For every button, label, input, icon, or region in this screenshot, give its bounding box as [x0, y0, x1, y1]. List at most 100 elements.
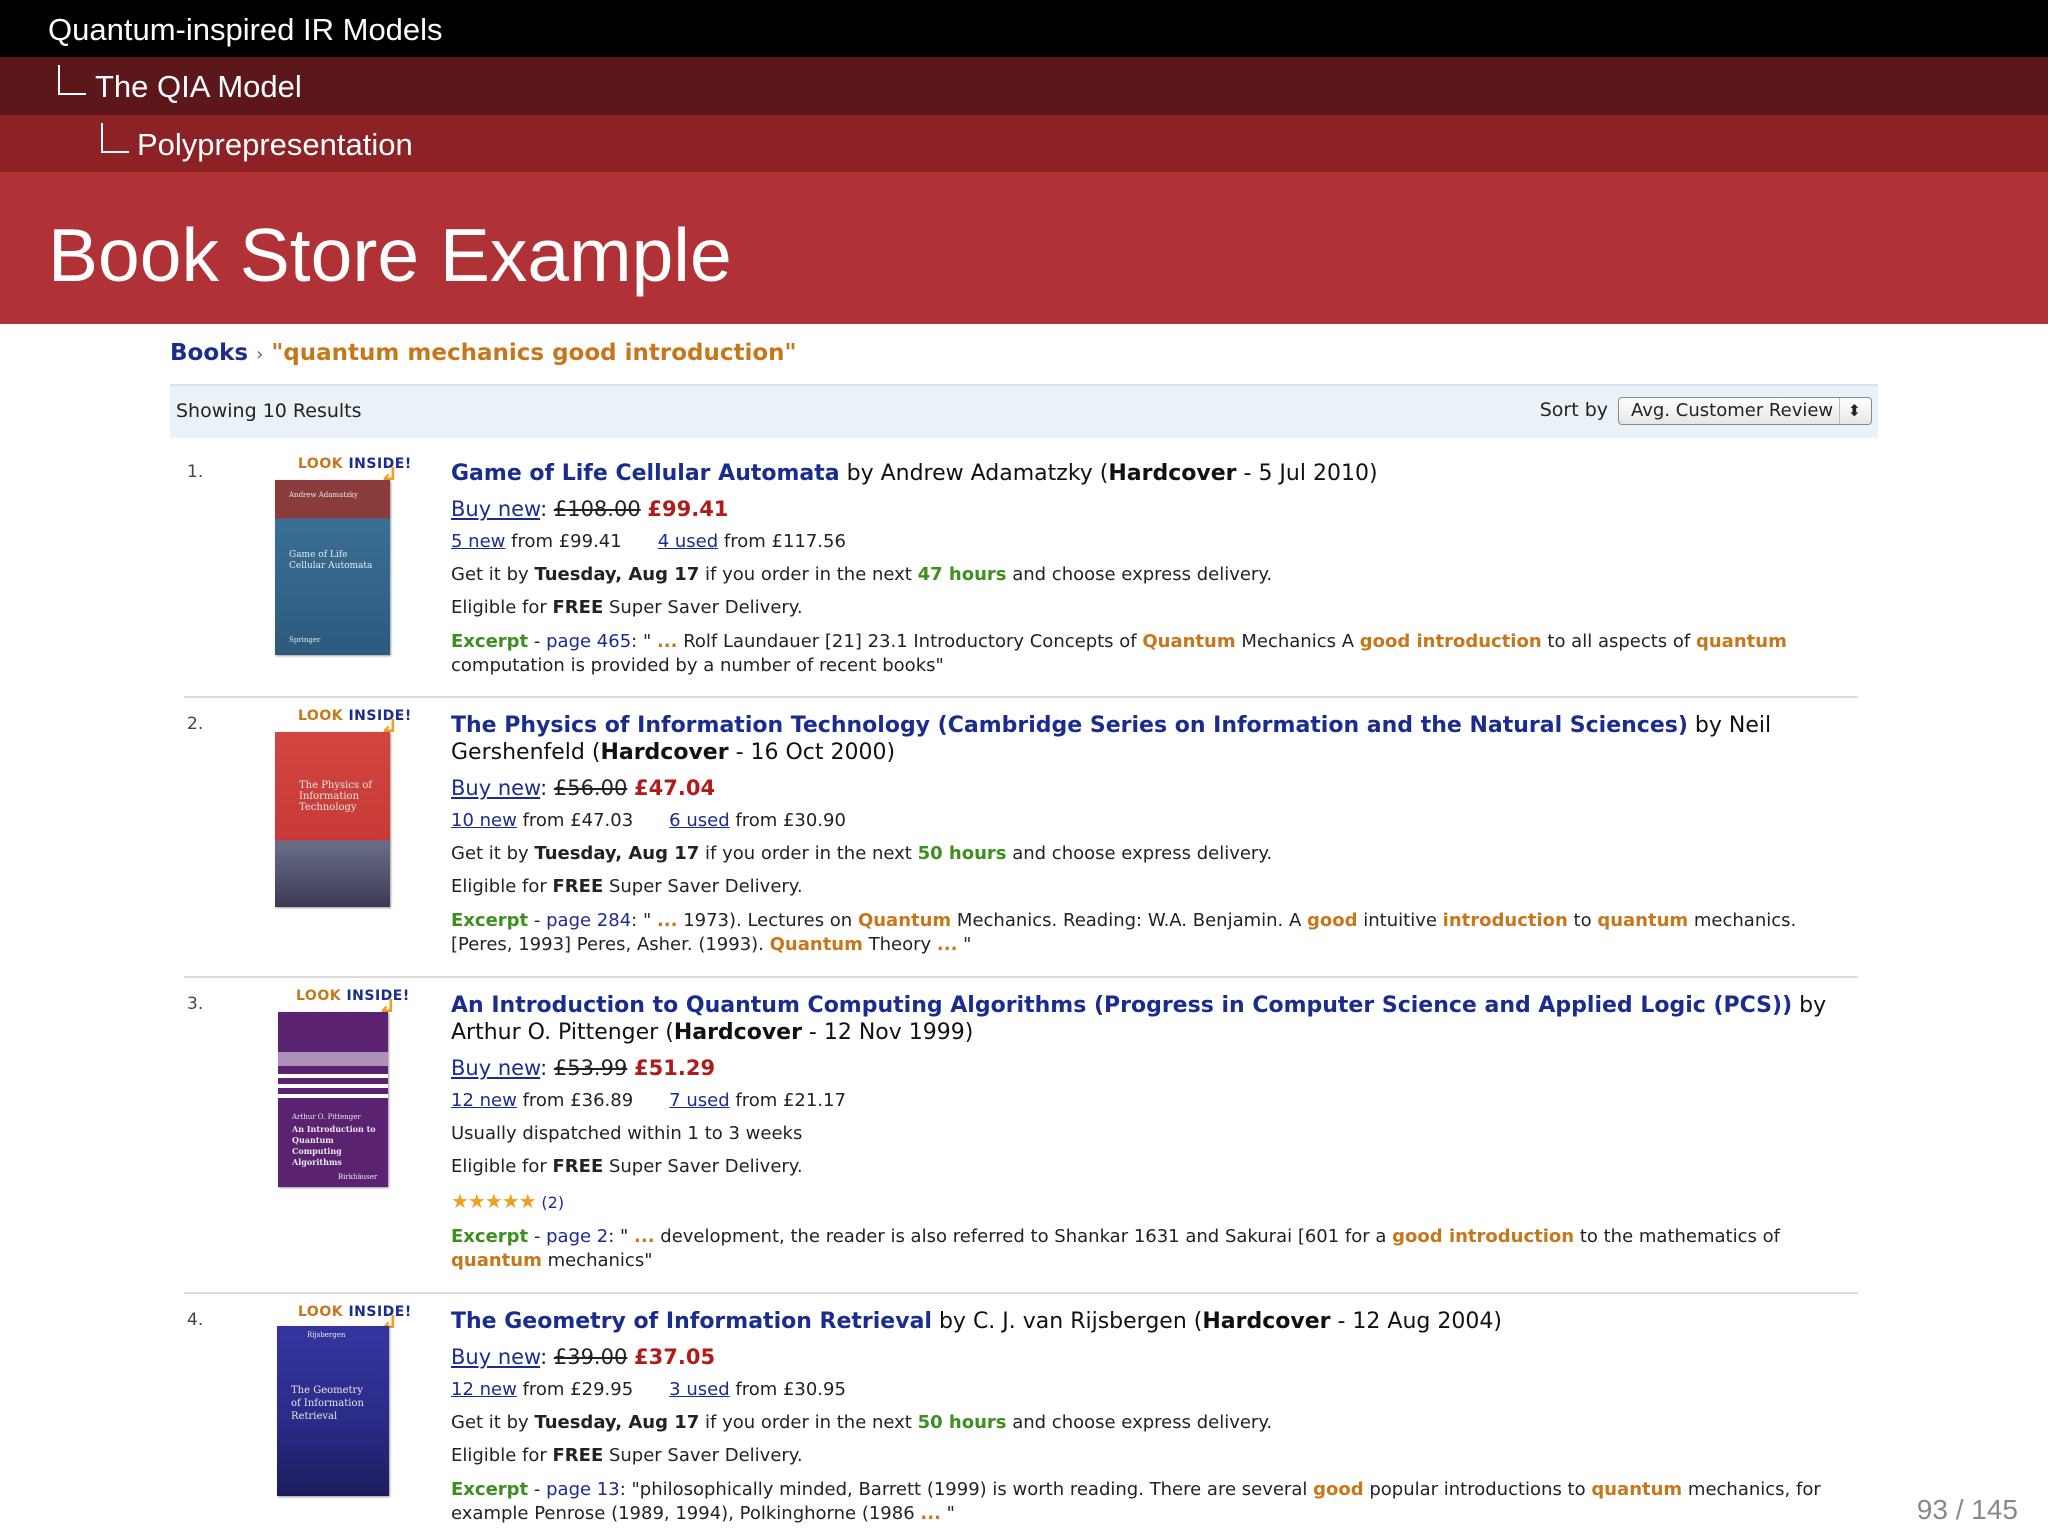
- excerpt-page-link[interactable]: page 13: [546, 1479, 620, 1500]
- result-divider: [184, 976, 1858, 978]
- breadcrumb-query: "quantum mechanics good introduction": [271, 340, 797, 366]
- offers-line: 5 new from £99.41 4 used from £117.56: [451, 531, 846, 552]
- eligibility-line: Eligible for FREE Super Saver Delivery.: [451, 876, 803, 897]
- frame-title: Book Store Example: [48, 213, 732, 297]
- page-number: 93 / 145: [1916, 1494, 2018, 1525]
- offers-line: 12 new from £29.95 3 used from £30.95: [451, 1379, 846, 1400]
- excerpt-text: mechanics": [541, 1250, 653, 1271]
- price-line: Buy new: £56.00 £47.04: [451, 776, 716, 800]
- book-cover-image[interactable]: Andrew Adamatzky Game of Life Cellular A…: [275, 480, 390, 655]
- rating-line: ★★★★★ (2): [451, 1189, 564, 1213]
- excerpt-page-link[interactable]: page 284: [546, 910, 631, 931]
- tree-connector-icon: [58, 65, 86, 95]
- excerpt-highlight: quantum: [1695, 631, 1787, 652]
- buy-new-link[interactable]: Buy new: [451, 497, 540, 521]
- book-title-link[interactable]: Game of Life Cellular Automata: [451, 461, 840, 486]
- book-cover-image[interactable]: Arthur O. Pittenger An Introduction to Q…: [278, 1012, 388, 1187]
- excerpt-highlight: good introduction: [1359, 631, 1542, 652]
- excerpt-highlight: good: [1313, 1479, 1364, 1500]
- list-price: £108.00: [553, 497, 641, 521]
- new-offers-link[interactable]: 12 new: [451, 1379, 517, 1400]
- sale-price: £51.29: [634, 1056, 716, 1080]
- new-offers-link[interactable]: 12 new: [451, 1090, 517, 1111]
- excerpt-highlight: ...: [920, 1503, 941, 1524]
- new-offers-link[interactable]: 5 new: [451, 531, 505, 552]
- breadcrumb-separator: ›: [256, 344, 264, 365]
- dispatch-line: Usually dispatched within 1 to 3 weeks: [451, 1123, 803, 1144]
- new-offers-link[interactable]: 10 new: [451, 810, 517, 831]
- eligibility-line: Eligible for FREE Super Saver Delivery.: [451, 1445, 803, 1466]
- buy-new-link[interactable]: Buy new: [451, 776, 540, 800]
- excerpt-highlight: ...: [656, 631, 678, 652]
- result-title-line: The Physics of Information Technology (C…: [451, 713, 1772, 765]
- cover-publisher: Springer: [289, 636, 321, 644]
- breadcrumb: Books › "quantum mechanics good introducti…: [170, 340, 797, 366]
- cover-author: Arthur O. Pittenger: [292, 1113, 361, 1121]
- result-divider: [184, 1292, 1858, 1294]
- excerpt-label: Excerpt: [451, 1226, 529, 1247]
- price-line: Buy new: £108.00 £99.41: [451, 497, 729, 521]
- excerpt-text: to: [1567, 910, 1598, 931]
- excerpt-text: ": [940, 1503, 955, 1524]
- book-cover-image[interactable]: Rijsbergen The Geometry of Information R…: [277, 1326, 389, 1496]
- excerpt-label: Excerpt: [451, 631, 529, 652]
- subsection-title: The QIA Model: [95, 69, 302, 104]
- result-number: 2.: [187, 714, 204, 734]
- excerpt-highlight: ...: [936, 934, 958, 955]
- excerpt-highlight: quantum: [1591, 1479, 1683, 1500]
- excerpt-highlight: Quantum: [1142, 631, 1236, 652]
- result-title-line: An Introduction to Quantum Computing Alg…: [451, 993, 1827, 1045]
- section-title: Quantum-inspired IR Models: [48, 12, 443, 47]
- excerpt-highlight: good: [1307, 910, 1358, 931]
- excerpt-text: : ": [608, 1226, 635, 1247]
- excerpt-highlight: Quantum: [857, 910, 952, 931]
- sale-price: £99.41: [647, 497, 729, 521]
- delivery-line: Get it by Tuesday, Aug 17 if you order i…: [451, 1412, 1273, 1433]
- book-cover-image[interactable]: The Physics of Information Technology: [275, 732, 390, 907]
- star-rating-icon[interactable]: ★★★★★: [451, 1189, 537, 1213]
- excerpt-highlight: quantum: [1597, 910, 1689, 931]
- result-number: 3.: [187, 994, 204, 1014]
- result-title-line: Game of Life Cellular Automata by Andrew…: [451, 461, 1378, 486]
- cover-title: Game of Life Cellular Automata: [289, 550, 373, 571]
- used-offers-link[interactable]: 4 used: [658, 531, 718, 552]
- book-title-link[interactable]: The Physics of Information Technology (C…: [451, 713, 1688, 738]
- excerpt-label: Excerpt: [451, 1479, 529, 1500]
- subsection-header: The QIA Model: [0, 57, 2048, 115]
- book-title-link[interactable]: An Introduction to Quantum Computing Alg…: [451, 993, 1792, 1018]
- review-count-link[interactable]: (2): [541, 1193, 564, 1212]
- excerpt-page-link[interactable]: page 465: [546, 631, 631, 652]
- used-offers-link[interactable]: 3 used: [669, 1379, 729, 1400]
- list-item: 3. LOOK INSIDE! ↲ Arthur O. Pittenger An…: [170, 982, 1858, 1282]
- excerpt-highlight: Quantum: [769, 934, 863, 955]
- excerpt: Excerpt - page 2: " ... development, the…: [451, 1226, 1780, 1271]
- sort-select[interactable]: Avg. Customer Review ⬍: [1618, 397, 1872, 425]
- excerpt: Excerpt - page 465: " ... Rolf Laundauer…: [451, 631, 1787, 676]
- eligibility-line: Eligible for FREE Super Saver Delivery.: [451, 1156, 803, 1177]
- book-title-link[interactable]: The Geometry of Information Retrieval: [451, 1309, 932, 1334]
- select-arrows-icon: ⬍: [1838, 398, 1861, 424]
- used-offers-link[interactable]: 7 used: [669, 1090, 729, 1111]
- sale-price: £47.04: [634, 776, 716, 800]
- buy-new-link[interactable]: Buy new: [451, 1345, 540, 1369]
- delivery-line: Get it by Tuesday, Aug 17 if you order i…: [451, 843, 1273, 864]
- excerpt-text: computation is provided by a number of r…: [451, 655, 944, 676]
- excerpt-text: : ": [631, 631, 657, 652]
- cover-author: Andrew Adamatzky: [289, 491, 358, 499]
- sort-select-value: Avg. Customer Review: [1631, 400, 1834, 421]
- excerpt-highlight: ...: [656, 910, 678, 931]
- price-line: Buy new: £53.99 £51.29: [451, 1056, 716, 1080]
- tree-connector-icon: [101, 123, 129, 153]
- excerpt-page-link[interactable]: page 2: [546, 1226, 608, 1247]
- excerpt-label: Excerpt: [451, 910, 529, 931]
- results-toolbar: Showing 10 Results Sort by Avg. Customer…: [170, 384, 1878, 438]
- excerpt-text: Mechanics. Reading: W.A. Benjamin. A: [951, 910, 1308, 931]
- cover-publisher: Birkhäuser: [338, 1173, 378, 1181]
- used-offers-link[interactable]: 6 used: [669, 810, 729, 831]
- subsubsection-header: Polyprepresentation: [0, 115, 2048, 172]
- sale-price: £37.05: [634, 1345, 716, 1369]
- list-item: 4. LOOK INSIDE! ↲ Rijsbergen The Geometr…: [170, 1298, 1858, 1536]
- buy-new-link[interactable]: Buy new: [451, 1056, 540, 1080]
- breadcrumb-category-link[interactable]: Books: [170, 340, 248, 366]
- excerpt: Excerpt - page 13: "philosophically mind…: [451, 1479, 1821, 1524]
